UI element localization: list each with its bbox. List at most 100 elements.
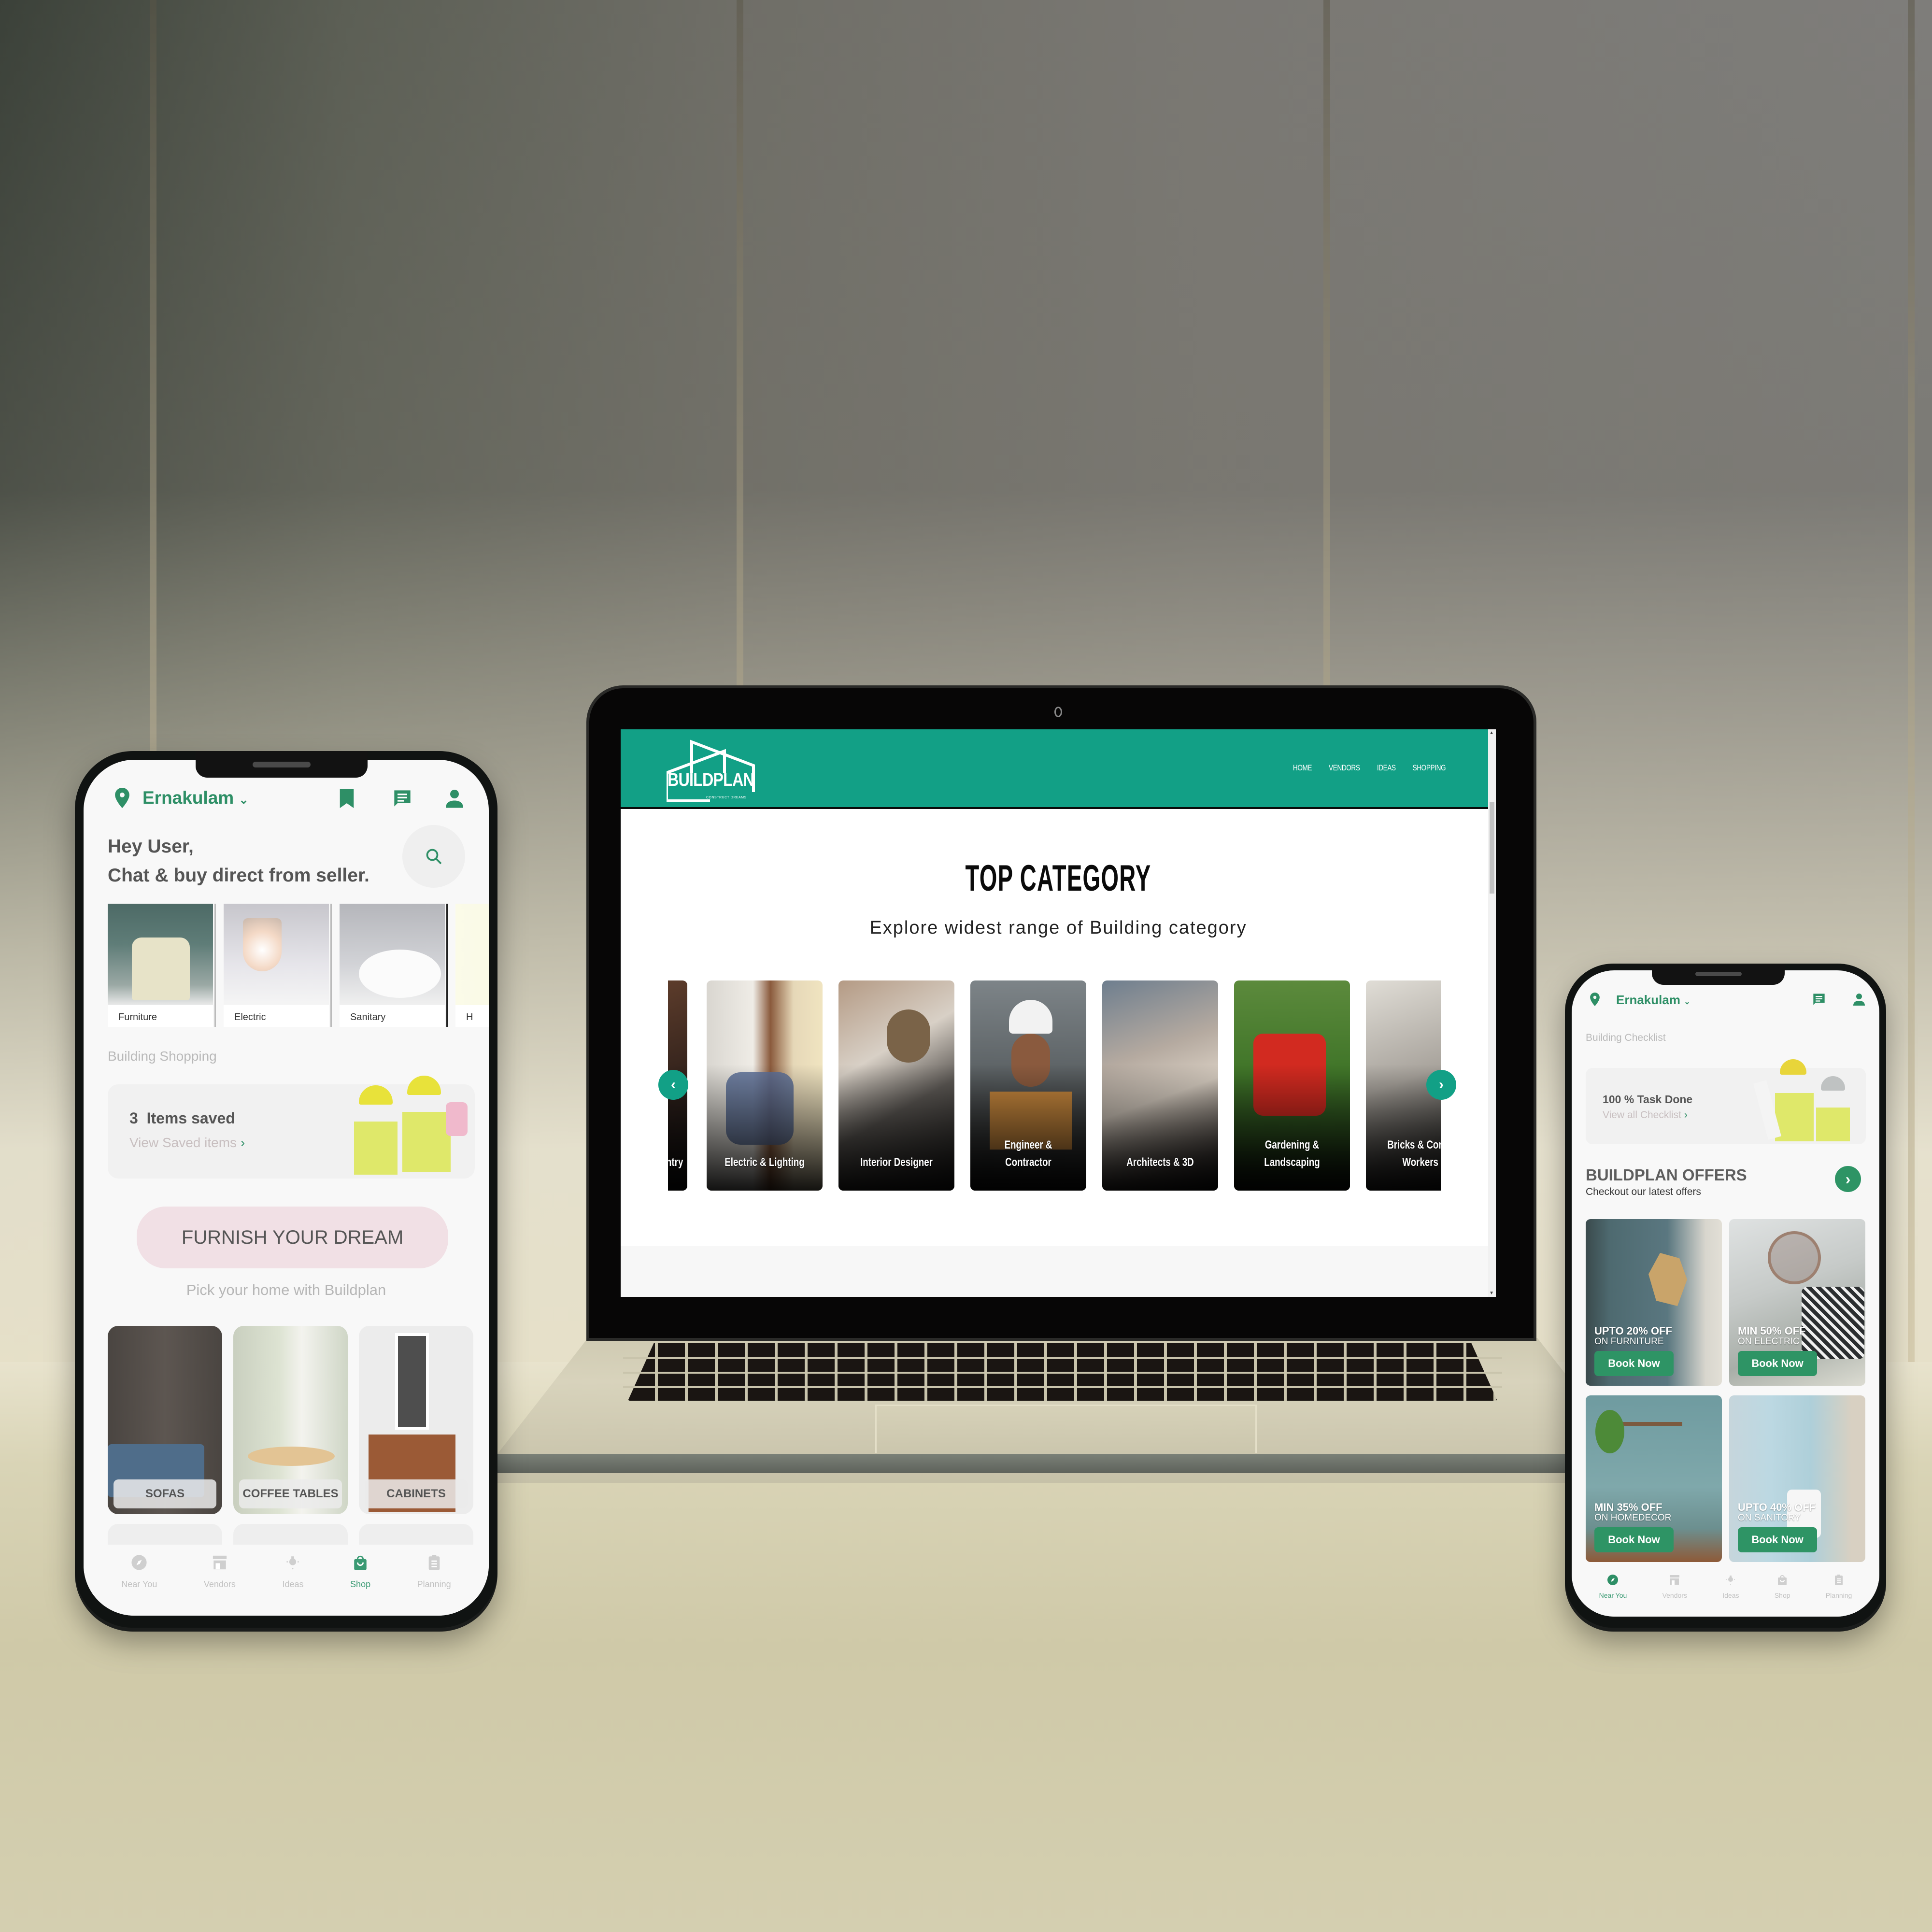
category-card-gardening-landscaping[interactable]: Gardening & Landscaping bbox=[1234, 980, 1350, 1191]
chat-icon[interactable] bbox=[1812, 993, 1826, 1006]
clipboard-icon bbox=[428, 1555, 440, 1570]
card-image-person bbox=[887, 1009, 930, 1063]
nav-shopping[interactable]: SHOPPING bbox=[1413, 763, 1446, 773]
view-all-checklist-link[interactable]: View all Checklist › bbox=[1603, 1109, 1688, 1121]
offers-next-button[interactable]: › bbox=[1835, 1166, 1861, 1192]
hardhat-image bbox=[359, 1085, 393, 1105]
ottoman-image bbox=[1802, 1287, 1864, 1359]
saved-items-count: 3 Items saved bbox=[129, 1109, 235, 1127]
saved-items-card[interactable]: 3 Items saved View Saved items › bbox=[108, 1076, 475, 1179]
book-now-button[interactable]: Book Now bbox=[1594, 1351, 1674, 1376]
category-divider bbox=[446, 904, 448, 1027]
section-title: TOP CATEGORY bbox=[965, 858, 1151, 899]
laptop: BUILDPLAN CONSTRUCT DREAMS HOME VENDORS … bbox=[589, 688, 1534, 1338]
category-label: H bbox=[466, 1012, 473, 1023]
category-label: Electric & Lighting bbox=[724, 1156, 805, 1169]
hardhat-image bbox=[1780, 1059, 1806, 1075]
product-card-coffee-tables[interactable]: COFFEE TABLES bbox=[233, 1326, 348, 1514]
book-now-button[interactable]: Book Now bbox=[1738, 1527, 1817, 1552]
page-scrollbar[interactable]: ▲ ▼ bbox=[1488, 729, 1496, 1297]
offer-card[interactable]: UPTO 20% OFF ON FURNITURE Book Now bbox=[1586, 1219, 1722, 1386]
product-card-sofas[interactable]: SOFAS bbox=[108, 1326, 222, 1514]
offer-card[interactable]: MIN 35% OFF ON HOMEDECOR Book Now bbox=[1586, 1395, 1722, 1562]
nav-planning[interactable]: Planning bbox=[1826, 1574, 1852, 1617]
nav-shop[interactable]: Shop bbox=[350, 1554, 370, 1616]
book-now-button[interactable]: Book Now bbox=[1738, 1351, 1817, 1376]
category-home-decor[interactable]: H bbox=[455, 904, 489, 1027]
greeting-line-1: Hey User, bbox=[108, 836, 194, 857]
view-saved-items-link[interactable]: View Saved items › bbox=[129, 1135, 245, 1151]
page-next-section bbox=[621, 1246, 1496, 1297]
nav-ideas[interactable]: Ideas bbox=[282, 1554, 304, 1616]
store-icon bbox=[213, 1555, 227, 1570]
nav-label: Vendors bbox=[1662, 1591, 1687, 1599]
bookmark-icon[interactable] bbox=[340, 789, 354, 808]
chevron-right-icon: › bbox=[1684, 1109, 1688, 1121]
category-card-engineer-contractor[interactable]: Engineer & Contractor bbox=[970, 980, 1086, 1191]
keyboard-row-gap bbox=[623, 1357, 1502, 1359]
offer-subtitle: ON HOMEDECOR bbox=[1594, 1513, 1672, 1523]
carousel-prev-button[interactable]: ‹ bbox=[658, 1070, 688, 1100]
offers-subtitle: Checkout our latest offers bbox=[1586, 1186, 1701, 1197]
logo-tagline: CONSTRUCT DREAMS bbox=[706, 796, 747, 799]
profile-icon[interactable] bbox=[1853, 993, 1865, 1006]
nav-vendors[interactable]: Vendors bbox=[1662, 1574, 1687, 1617]
category-label: Electric bbox=[234, 1012, 266, 1023]
nav-vendors[interactable]: Vendors bbox=[204, 1554, 236, 1616]
offer-subtitle: ON SANITORY bbox=[1738, 1513, 1801, 1523]
nav-home[interactable]: HOME bbox=[1293, 763, 1312, 773]
chevron-right-icon: › bbox=[1439, 1077, 1444, 1093]
offer-title: UPTO 20% OFF bbox=[1594, 1325, 1672, 1337]
furnish-your-dream-button[interactable]: FURNISH YOUR DREAM bbox=[137, 1207, 448, 1268]
search-button[interactable] bbox=[402, 825, 465, 888]
product-card-cabinets[interactable]: CABINETS bbox=[359, 1326, 473, 1514]
offer-title: MIN 50% OFF bbox=[1738, 1325, 1806, 1337]
location-name: Ernakulam bbox=[142, 788, 234, 808]
location-selector[interactable]: Ernakulam ⌄ bbox=[1616, 993, 1690, 1008]
section-label: Building Checklist bbox=[1586, 1032, 1666, 1043]
category-card-architects-3d[interactable]: Architects & 3D bbox=[1102, 980, 1218, 1191]
nav-ideas[interactable]: IDEAS bbox=[1377, 763, 1396, 773]
workers-illustration bbox=[330, 1076, 470, 1175]
scroll-down-arrow-icon[interactable]: ▼ bbox=[1489, 1291, 1494, 1296]
keyboard-row-gap bbox=[623, 1386, 1502, 1388]
chevron-left-icon: ‹ bbox=[671, 1077, 676, 1093]
book-now-button[interactable]: Book Now bbox=[1594, 1527, 1674, 1552]
category-electric[interactable]: Electric bbox=[224, 904, 332, 1027]
offer-card[interactable]: MIN 50% OFF ON ELECTRIC Book Now bbox=[1729, 1219, 1865, 1386]
buildplan-logo[interactable]: BUILDPLAN CONSTRUCT DREAMS bbox=[665, 739, 758, 802]
nav-planning[interactable]: Planning bbox=[417, 1554, 451, 1616]
profile-icon[interactable] bbox=[446, 789, 463, 808]
keyboard-row-gap bbox=[623, 1372, 1502, 1374]
nav-vendors[interactable]: VENDORS bbox=[1329, 763, 1360, 773]
category-carousel: ntry Electric & Lighting Interior Design… bbox=[668, 980, 1441, 1193]
nav-ideas[interactable]: Ideas bbox=[1722, 1574, 1739, 1617]
offer-card[interactable]: UPTO 40% OFF ON SANITORY Book Now bbox=[1729, 1395, 1865, 1562]
location-name: Ernakulam bbox=[1616, 993, 1680, 1007]
nav-shop[interactable]: Shop bbox=[1775, 1574, 1790, 1617]
nav-near-you[interactable]: Near You bbox=[1599, 1574, 1627, 1617]
scroll-up-arrow-icon[interactable]: ▲ bbox=[1489, 730, 1494, 736]
chat-icon[interactable] bbox=[393, 789, 412, 808]
card-shade bbox=[970, 1065, 1086, 1191]
logo-wordmark: BUILDPLAN bbox=[668, 770, 754, 790]
laptop-trackpad bbox=[875, 1405, 1257, 1453]
category-label: Furniture bbox=[118, 1012, 157, 1023]
category-divider bbox=[214, 904, 216, 1027]
category-sanitary[interactable]: Sanitary bbox=[340, 904, 448, 1027]
section-subtitle: Explore widest range of Building categor… bbox=[869, 918, 1247, 938]
category-image bbox=[455, 904, 489, 1005]
view-saved-items-text: View Saved items bbox=[129, 1135, 237, 1150]
category-furniture[interactable]: Furniture bbox=[108, 904, 216, 1027]
search-icon bbox=[426, 849, 442, 865]
checklist-card[interactable]: 100 % Task Done View all Checklist › bbox=[1586, 1059, 1866, 1144]
category-card-interior-designer[interactable]: Interior Designer bbox=[838, 980, 954, 1191]
carousel-next-button[interactable]: › bbox=[1426, 1070, 1456, 1100]
product-label: SOFAS bbox=[114, 1479, 216, 1508]
chevron-right-icon: › bbox=[1845, 1170, 1851, 1188]
nav-near-you[interactable]: Near You bbox=[121, 1554, 157, 1616]
scroll-thumb[interactable] bbox=[1490, 802, 1494, 894]
category-label: Gardening & Landscaping bbox=[1247, 1136, 1337, 1171]
category-card-electric-lighting[interactable]: Electric & Lighting bbox=[707, 980, 823, 1191]
location-selector[interactable]: Ernakulam ⌄ bbox=[142, 788, 249, 808]
